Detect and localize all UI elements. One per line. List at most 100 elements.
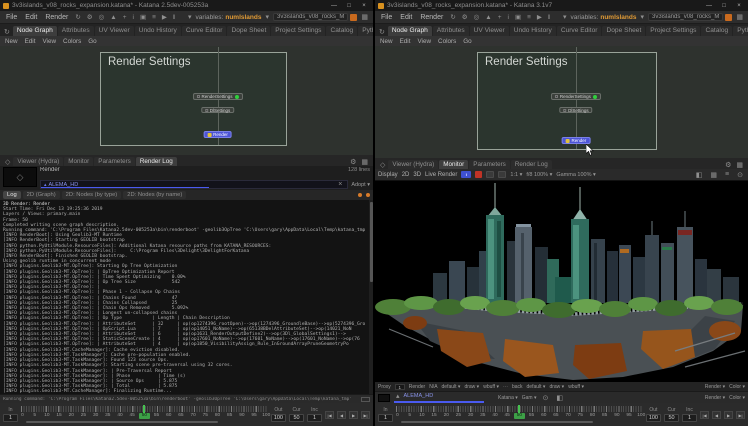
main-tab[interactable]: Project Settings: [271, 26, 325, 36]
render-status-icon[interactable]: [350, 14, 357, 21]
frame-number[interactable]: 95: [249, 413, 260, 419]
node-flag-icon[interactable]: [563, 109, 566, 112]
status-dropdown[interactable]: Render ▾: [705, 395, 725, 401]
jump-end-button[interactable]: ▶|: [361, 411, 370, 419]
in-frame-field[interactable]: 1: [378, 414, 393, 422]
viewer-control[interactable]: Render ▾: [705, 384, 725, 390]
display-menu[interactable]: Display: [378, 172, 398, 178]
node-dlsettings[interactable]: DlSettings: [559, 107, 593, 113]
out-frame-field[interactable]: 100: [271, 414, 286, 422]
render-pass-field[interactable]: ALEMA_HD: [40, 180, 348, 189]
undo-icon[interactable]: ↻: [73, 13, 82, 21]
menu-item[interactable]: Render: [42, 14, 71, 21]
main-tab[interactable]: Project Settings: [646, 26, 700, 36]
frame-number[interactable]: 20: [441, 413, 452, 419]
settings-gear-icon[interactable]: ⚙: [460, 13, 470, 21]
info-icon[interactable]: i: [506, 14, 511, 21]
viewer-control[interactable]: draw ▾: [464, 384, 479, 390]
log-options-icon[interactable]: [366, 193, 370, 197]
viewer-control[interactable]: back: [512, 384, 523, 390]
refresh-icon[interactable]: [377, 28, 387, 36]
undo-icon[interactable]: ↻: [448, 13, 457, 21]
main-tab[interactable]: Node Graph: [13, 26, 57, 36]
viewer-control[interactable]: draw ▾: [549, 384, 564, 390]
compare-icon[interactable]: ◧: [694, 171, 705, 179]
minimize-button[interactable]: —: [703, 1, 715, 11]
panel-menu-item[interactable]: View: [417, 38, 431, 45]
render-thumbnail[interactable]: [3, 167, 37, 187]
pane-tab[interactable]: Monitor: [439, 160, 468, 169]
node-flag-icon[interactable]: [555, 95, 558, 98]
frame-number[interactable]: 60: [538, 413, 549, 419]
frame-number[interactable]: 75: [200, 413, 211, 419]
panel-menu-item[interactable]: New: [380, 38, 393, 45]
main-tab[interactable]: Node Graph: [388, 26, 432, 36]
frame-number[interactable]: 0: [392, 413, 403, 419]
frame-number[interactable]: 85: [599, 413, 610, 419]
step-back-button[interactable]: ◀: [337, 411, 346, 419]
frame-number[interactable]: 50: [514, 413, 525, 419]
node-graph-panel[interactable]: Render Settings RenderSettings DlSetting…: [375, 46, 748, 158]
roi-button[interactable]: [486, 171, 494, 178]
zoom-ratio-dropdown[interactable]: 1:1 ▾: [510, 172, 522, 178]
jump-start-button[interactable]: |◀: [700, 411, 709, 419]
refresh-icon[interactable]: [2, 28, 12, 36]
main-tab[interactable]: UV Viewer: [470, 26, 509, 36]
panel-menu-item[interactable]: Colors: [438, 38, 456, 45]
timeline-zoombar[interactable]: [26, 421, 219, 424]
node-dlsettings[interactable]: DlSettings: [201, 107, 235, 113]
frame-number[interactable]: 50: [139, 413, 150, 419]
pane-tab[interactable]: Viewer (Hydra): [388, 160, 438, 169]
play-button[interactable]: ▶: [724, 411, 733, 419]
viewer-control[interactable]: default ▾: [527, 384, 546, 390]
panel-menu-item[interactable]: View: [42, 38, 56, 45]
render-pass-field[interactable]: ALEMA_HD: [394, 392, 494, 403]
timeline-zoombar[interactable]: [401, 421, 594, 424]
close-button[interactable]: ×: [358, 1, 370, 11]
playhead[interactable]: [143, 405, 145, 413]
menu-item[interactable]: File: [3, 14, 20, 21]
frame-number[interactable]: 20: [66, 413, 77, 419]
up-arrow-icon[interactable]: ▲: [108, 14, 118, 21]
view-3d-toggle[interactable]: 3D: [413, 172, 421, 178]
log-tab[interactable]: 2D: Nodes (by name): [123, 191, 186, 199]
view-flag-led-icon[interactable]: [235, 95, 239, 99]
menu-item[interactable]: Edit: [22, 14, 40, 21]
viewer-control[interactable]: N/A: [429, 384, 437, 390]
pane-gear-icon[interactable]: [723, 161, 733, 169]
menu-item[interactable]: Render: [417, 14, 446, 21]
add-icon[interactable]: +: [496, 14, 504, 21]
node-flag-icon[interactable]: [205, 109, 208, 112]
clear-icon[interactable]: [336, 181, 344, 188]
maximize-button[interactable]: □: [343, 1, 355, 11]
jump-start-button[interactable]: |◀: [325, 411, 334, 419]
frame-number[interactable]: 90: [611, 413, 622, 419]
settings-gear-icon[interactable]: ⚙: [85, 13, 95, 21]
node-rendersettings[interactable]: RenderSettings: [551, 93, 601, 100]
viewer-control[interactable]: wbuff ▾: [568, 384, 584, 390]
log-tab[interactable]: 2D: Nodes (by type): [62, 191, 122, 199]
info-icon[interactable]: i: [131, 14, 136, 21]
frame-number[interactable]: 30: [90, 413, 101, 419]
frame-number[interactable]: 40: [490, 413, 501, 419]
frame-number[interactable]: 75: [575, 413, 586, 419]
gamma-dropdown[interactable]: Gamma 100% ▾: [556, 172, 595, 178]
frame-number[interactable]: 40: [115, 413, 126, 419]
panel-menu-item[interactable]: New: [5, 38, 18, 45]
main-tab[interactable]: Attributes: [433, 26, 469, 36]
frame-number[interactable]: 65: [175, 413, 186, 419]
layout-grid-icon[interactable]: [734, 13, 745, 21]
pane-tab[interactable]: Parameters: [94, 157, 135, 166]
render-status-icon[interactable]: [725, 14, 732, 21]
layers-icon[interactable]: ≡: [723, 171, 731, 178]
viewer-control[interactable]: default ▾: [442, 384, 461, 390]
view-2d-toggle[interactable]: 2D: [402, 172, 410, 178]
pause-render-button[interactable]: ‖: [461, 171, 471, 178]
snapshot-camera-icon[interactable]: ⊙: [735, 171, 745, 179]
viewer-control[interactable]: wbuff ▾: [483, 384, 499, 390]
main-tab[interactable]: Attributes: [58, 26, 94, 36]
list-icon[interactable]: ≡: [150, 14, 158, 21]
timeline[interactable]: In 1 05101520253035404550556065707580859…: [375, 403, 748, 426]
status-box[interactable]: [361, 397, 370, 402]
pane-tab[interactable]: Parameters: [469, 160, 510, 169]
